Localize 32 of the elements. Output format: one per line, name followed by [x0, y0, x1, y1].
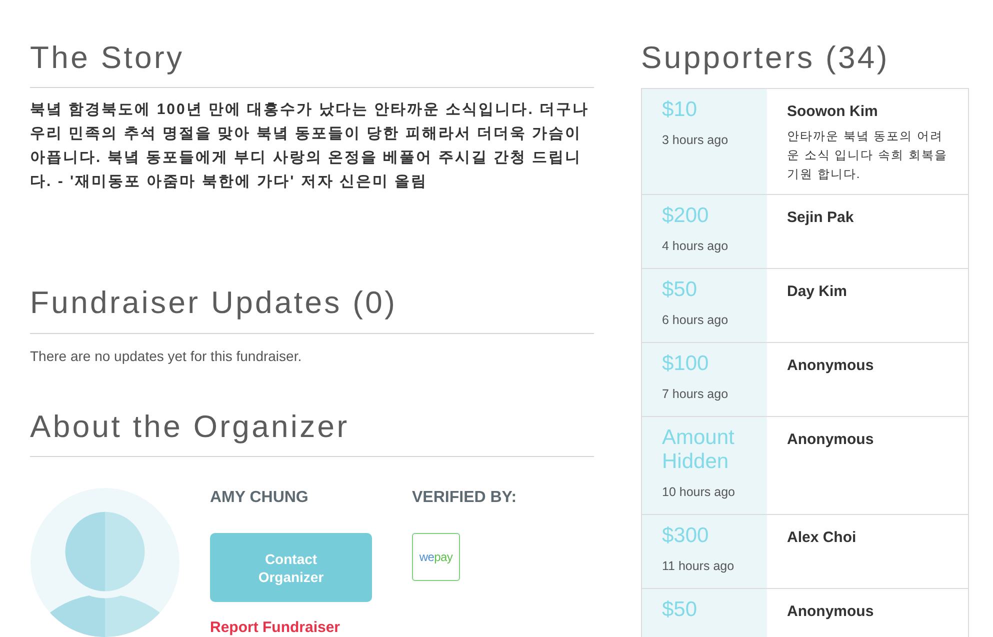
avatar-icon	[30, 488, 180, 637]
supporter-message: 안타까운 북녘 동포의 어려운 소식 입니다 속희 회복을 기원 합니다.	[787, 128, 948, 183]
verified-by-label: VERIFIED BY:	[412, 488, 517, 508]
donation-amount: $50	[662, 598, 698, 622]
section-heading: The Story	[30, 39, 184, 77]
donation-time: 10 hours ago	[662, 485, 735, 499]
section-heading: Supporters (34)	[641, 39, 890, 77]
supporter-name: Soowon Kim	[787, 102, 878, 122]
supporter-name: Anonymous	[787, 430, 874, 450]
donation-amount: $300	[662, 524, 709, 548]
section-heading: About the Organizer	[30, 408, 350, 446]
supporter-name: Anonymous	[787, 602, 874, 622]
supporter-name: Day Kim	[787, 282, 848, 302]
supporter-name: Sejin Pak	[787, 208, 854, 228]
donation-amount: $200	[662, 204, 709, 228]
donation-amount: $10	[662, 98, 698, 122]
story-text: 북녘 함경북도에 100년 만에 대홍수가 났다는 안타까운 소식입니다. 더구나 우리 민족의 추석 명절을 맞아 북녘 동포들이 당한 피해라서 더더욱 가슴이 아픕니다. 북녘 동포들에게 부디 사랑의 온정을 베풀어 주시길 간청 드립니다. - '재미동포 아줌마 북한에 가다' 저자 신은미 올림	[30, 100, 590, 192]
report-fundraiser-link[interactable]: Report Fundraiser	[210, 620, 340, 636]
donation-amount: Amount Hidden	[662, 426, 736, 474]
donation-time: 11 hours ago	[662, 559, 734, 573]
donation-amount: $100	[662, 352, 709, 376]
donation-time: 3 hours ago	[662, 133, 728, 147]
payment-verifier-logo: wepay	[412, 533, 460, 581]
donation-time: 4 hours ago	[662, 239, 728, 253]
supporter-name: Anonymous	[787, 356, 874, 376]
section-heading: Fundraiser Updates (0)	[30, 284, 398, 322]
no-updates-message: There are no updates yet for this fundraiser.	[30, 347, 302, 366]
donation-amount: $50	[662, 278, 698, 302]
supporter-name: Alex Choi	[787, 528, 856, 548]
donation-time: 7 hours ago	[662, 387, 728, 401]
organizer-name: AMY CHUNG	[210, 488, 308, 508]
donation-time: 6 hours ago	[662, 313, 728, 327]
